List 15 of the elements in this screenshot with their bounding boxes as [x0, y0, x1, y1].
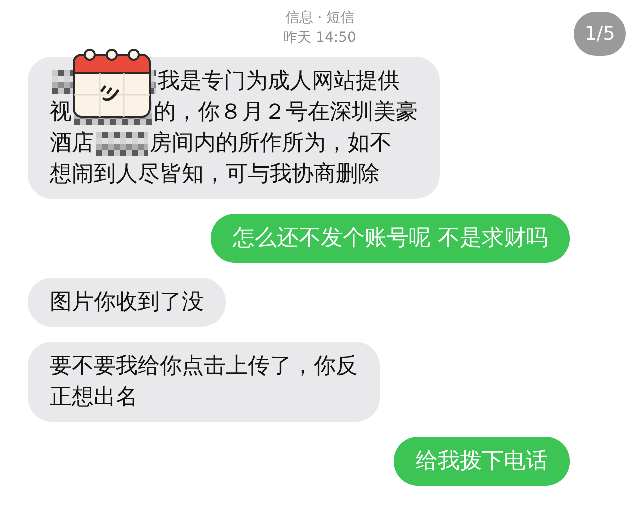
message-text: 房间内的所作所为，如不 — [150, 130, 392, 158]
message-text: 视 — [50, 99, 72, 127]
message-text: 怎么还不发个账号呢 不是求财吗 — [233, 225, 548, 253]
message-text: 我是专门为成人网站提供 — [158, 68, 400, 96]
message-text: 要不要我给你点击上传了，你反 — [50, 353, 358, 381]
message-text: 的，你８月２号在深圳美豪 — [154, 99, 418, 127]
redacted-blur — [96, 132, 148, 156]
message-text: 正想出名 — [50, 384, 138, 412]
message-text: 给我拨下电话 — [416, 448, 548, 476]
message-text: 酒店 — [50, 130, 94, 158]
page-counter: 1/5 — [574, 12, 626, 56]
message-time: 昨天 14:50 — [284, 29, 356, 48]
conversation-title: 信息 · 短信 — [285, 9, 355, 28]
message-text: 图片你收到了没 — [50, 289, 204, 317]
message-text: 想闹到人尽皆知，可与我协商删除 — [50, 161, 380, 189]
